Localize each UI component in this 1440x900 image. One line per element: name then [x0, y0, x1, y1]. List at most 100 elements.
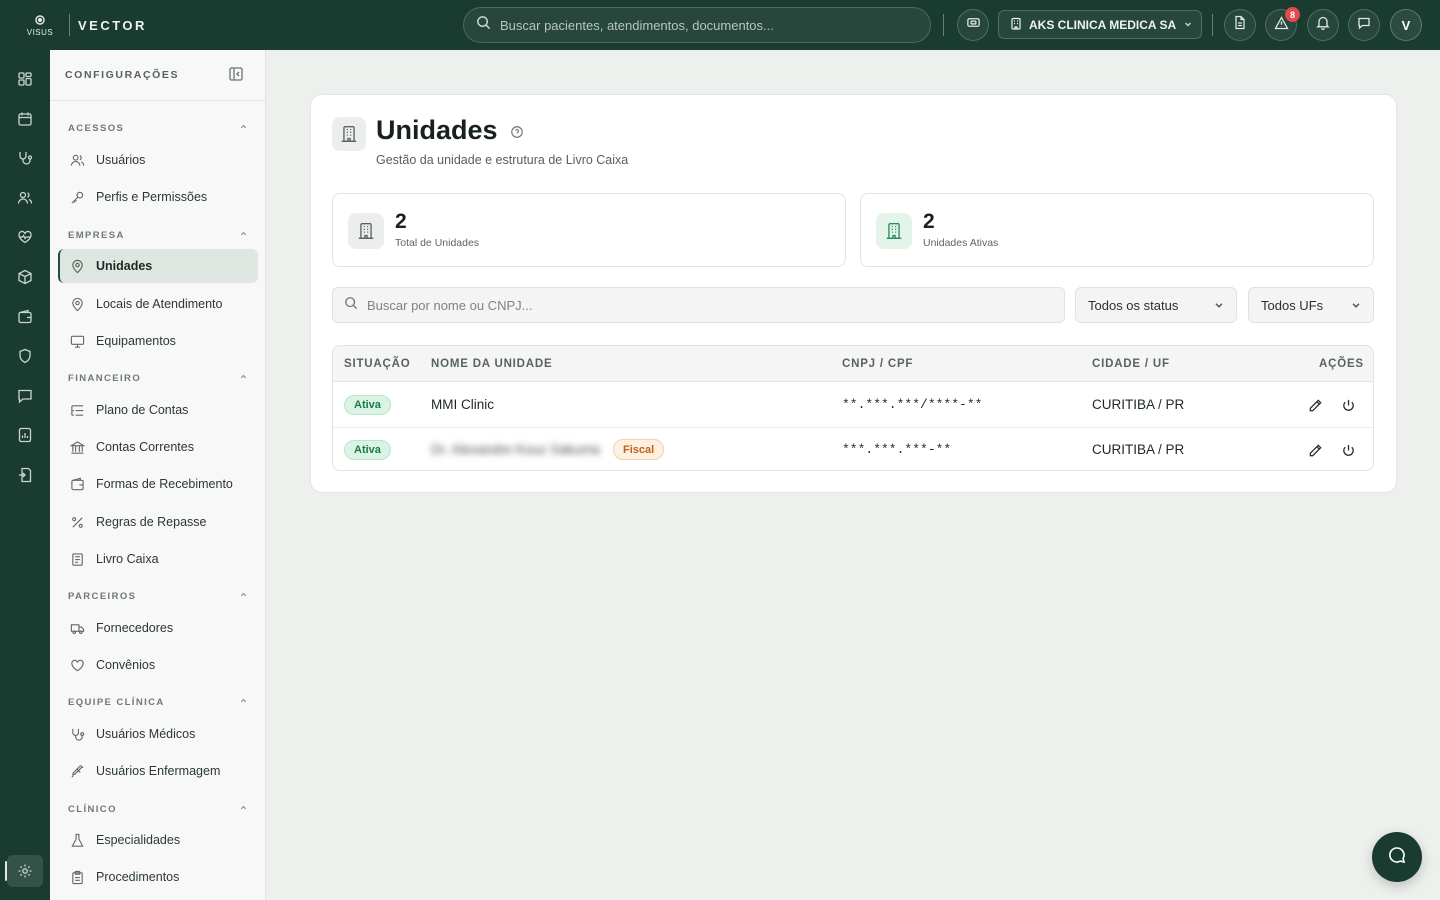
users-icon: [70, 153, 85, 168]
sidebar-item-especialidades[interactable]: Especialidades: [58, 823, 258, 857]
alert-count-badge: 8: [1285, 7, 1300, 22]
sidebar-item-label: Formas de Recebimento: [96, 477, 233, 491]
stethoscope-icon[interactable]: [12, 145, 38, 171]
sidebar-item-formas[interactable]: Formas de Recebimento: [58, 467, 258, 501]
section-label: FINANCEIRO: [68, 373, 142, 384]
stethoscope-icon: [70, 727, 85, 742]
column-header-city[interactable]: CIDADE / UF: [1092, 358, 1170, 370]
settings-icon[interactable]: [5, 855, 43, 887]
monitor-icon: [70, 334, 85, 349]
column-header-status[interactable]: SITUAÇÃO: [344, 358, 410, 370]
unit-document: **.***.***/****-**: [842, 397, 983, 412]
column-header-doc[interactable]: CNPJ / CPF: [842, 358, 913, 370]
power-icon[interactable]: [1338, 395, 1358, 415]
sidebar-item-plano[interactable]: Plano de Contas: [58, 393, 258, 427]
sidebar-item-fornecedores[interactable]: Fornecedores: [58, 611, 258, 645]
section-acessos[interactable]: ACESSOS: [68, 123, 248, 134]
users-icon[interactable]: [12, 185, 38, 211]
global-search[interactable]: [463, 7, 931, 43]
stat-value: 2: [395, 210, 407, 233]
search-icon: [344, 296, 358, 315]
user-avatar[interactable]: V: [1390, 9, 1422, 41]
section-empresa[interactable]: EMPRESA: [68, 230, 248, 241]
sidebar-divider: [50, 100, 265, 101]
unidades-search[interactable]: [332, 287, 1065, 323]
unit-city: CURITIBA / PR: [1092, 397, 1185, 412]
sidebar-item-unidades[interactable]: Unidades: [58, 249, 258, 283]
section-equipe[interactable]: EQUIPE CLÍNICA: [68, 697, 248, 708]
help-circle-icon[interactable]: [510, 125, 524, 144]
sidebar-item-label: Locais de Atendimento: [96, 297, 223, 311]
table-row[interactable]: Ativa Dr. Alexandre Kouz Sakuma Fiscal *…: [333, 427, 1373, 470]
chevron-up-icon: [239, 122, 248, 134]
package-icon[interactable]: [12, 264, 38, 290]
sidebar-item-enfermagem[interactable]: Usuários Enfermagem: [58, 754, 258, 788]
document-icon: [1233, 15, 1247, 35]
stat-label: Total de Unidades: [395, 237, 480, 249]
wallet-icon[interactable]: [12, 304, 38, 330]
column-header-name[interactable]: NOME DA UNIDADE: [431, 358, 552, 370]
truck-icon: [70, 621, 85, 636]
message-square-icon: [1357, 16, 1371, 35]
collapse-sidebar-icon[interactable]: [228, 66, 246, 84]
sidebar-item-locais[interactable]: Locais de Atendimento: [58, 287, 258, 321]
company-name: AKS CLINICA MEDICA SA: [1029, 17, 1177, 32]
sidebar-item-livro[interactable]: Livro Caixa: [58, 542, 258, 576]
stat-total-unidades: 2 Total de Unidades: [332, 193, 846, 267]
uf-filter-select[interactable]: Todos UFs: [1248, 287, 1374, 323]
shield-icon[interactable]: [12, 343, 38, 369]
map-pin-icon: [70, 259, 85, 274]
sidebar-item-usuarios[interactable]: Usuários: [58, 143, 258, 177]
brand-divider: [69, 14, 70, 36]
section-parceiros[interactable]: PARCEIROS: [68, 591, 248, 602]
power-icon[interactable]: [1338, 440, 1358, 460]
sidebar-item-contas[interactable]: Contas Correntes: [58, 430, 258, 464]
unit-name: Dr. Alexandre Kouz Sakuma: [431, 442, 600, 457]
messages-button[interactable]: [1348, 9, 1380, 41]
stat-label: Unidades Ativas: [923, 237, 999, 249]
edit-pencil-icon[interactable]: [1305, 440, 1325, 460]
sidebar-item-equipamentos[interactable]: Equipamentos: [58, 324, 258, 358]
brand[interactable]: VISUS VECTOR: [0, 0, 265, 50]
notifications-button[interactable]: [1307, 9, 1339, 41]
sidebar-item-regras[interactable]: Regras de Repasse: [58, 505, 258, 539]
page-subtitle: Gestão da unidade e estrutura de Livro C…: [376, 153, 629, 167]
stat-unidades-ativas: 2 Unidades Ativas: [860, 193, 1374, 267]
unidades-card: Unidades Gestão da unidade e estrutura d…: [310, 94, 1397, 493]
unidades-search-input[interactable]: [367, 297, 1047, 313]
sidebar-item-convenios[interactable]: Convênios: [58, 648, 258, 682]
fiscal-badge: Fiscal: [613, 439, 665, 460]
chat-fab-button[interactable]: [1372, 832, 1422, 882]
sidebar-item-medicos[interactable]: Usuários Médicos: [58, 717, 258, 751]
sidebar-item-label: Unidades: [96, 259, 153, 273]
building-icon: [1010, 17, 1022, 33]
heart-pulse-icon[interactable]: [12, 224, 38, 250]
unit-city: CURITIBA / PR: [1092, 442, 1185, 457]
global-search-input[interactable]: [500, 17, 900, 33]
section-financeiro[interactable]: FINANCEIRO: [68, 373, 248, 384]
report-icon[interactable]: [12, 422, 38, 448]
alerts-button[interactable]: 8: [1265, 7, 1300, 41]
topbar-divider: [943, 14, 944, 36]
table-row[interactable]: Ativa MMI Clinic **.***.***/****-** CURI…: [333, 383, 1373, 427]
clipboard-icon: [70, 870, 85, 885]
section-label: ACESSOS: [68, 123, 125, 134]
sidebar-item-label: Livro Caixa: [96, 552, 159, 566]
edit-pencil-icon[interactable]: [1305, 395, 1325, 415]
company-selector[interactable]: AKS CLINICA MEDICA SA: [998, 10, 1202, 39]
transfer-icon[interactable]: [12, 462, 38, 488]
sidebar-item-perfis[interactable]: Perfis e Permissões: [58, 180, 258, 214]
calendar-icon[interactable]: [12, 106, 38, 132]
section-label: EQUIPE CLÍNICA: [68, 697, 165, 708]
documents-button[interactable]: [1224, 9, 1256, 41]
syringe-icon: [70, 764, 85, 779]
section-clinico[interactable]: CLÍNICO: [68, 804, 248, 815]
status-filter-select[interactable]: Todos os status: [1075, 287, 1237, 323]
message-icon[interactable]: [12, 383, 38, 409]
bell-icon: [1316, 15, 1330, 35]
ticket-icon: [966, 15, 981, 35]
dashboard-icon[interactable]: [12, 66, 38, 92]
ledger-icon: [70, 552, 85, 567]
ticket-button[interactable]: [957, 9, 989, 41]
sidebar-item-procedimentos[interactable]: Procedimentos: [58, 860, 258, 894]
